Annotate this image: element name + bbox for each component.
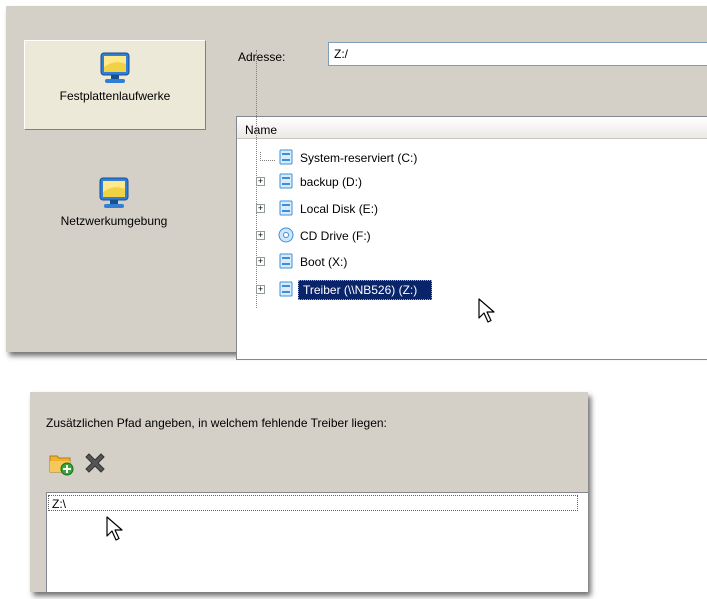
computer-icon [99, 177, 129, 208]
close-icon [85, 453, 105, 473]
expand-icon[interactable]: + [256, 257, 265, 266]
folder-add-icon [49, 455, 74, 476]
tree-item-label: System-reserviert (C:) [300, 151, 418, 165]
drive-icon [279, 200, 293, 216]
computer-icon [100, 52, 130, 83]
expand-icon[interactable]: + [256, 285, 265, 294]
mouse-pointer-icon [106, 516, 123, 541]
sidebar-item-netzwerkumgebung[interactable]: Netzwerkumgebung [24, 172, 204, 262]
tree-item-label: Local Disk (E:) [300, 202, 379, 216]
remove-button[interactable] [82, 450, 108, 476]
address-input[interactable]: Z:/ [328, 42, 707, 66]
address-label: Adresse: [238, 50, 286, 64]
add-folder-button[interactable] [48, 450, 74, 476]
tree-item-label: backup (D:) [300, 175, 363, 189]
expand-icon[interactable]: + [256, 231, 265, 240]
tree-item-label: CD Drive (F:) [300, 229, 371, 243]
expand-icon[interactable]: + [256, 177, 265, 186]
tree-connector [260, 152, 275, 161]
sidebar-item-label: Netzwerkumgebung [60, 214, 168, 228]
list-item[interactable]: Z:\ [48, 495, 578, 511]
tree-item-label: Treiber (\\NB526) (Z:) [298, 280, 433, 300]
driver-path-list[interactable]: Z:\ [46, 492, 588, 592]
driver-path-panel: Zusätzlichen Pfad angeben, in welchem fe… [30, 392, 588, 592]
driver-path-hint: Zusätzlichen Pfad angeben, in welchem fe… [46, 416, 387, 430]
expand-icon[interactable]: + [256, 204, 265, 213]
tree-item-label: Boot (X:) [300, 255, 348, 269]
sidebar-item-festplattenlaufwerke[interactable]: Festplattenlaufwerke [24, 40, 206, 130]
mouse-pointer-icon [478, 298, 495, 323]
drive-icon [279, 173, 293, 189]
drive-icon [279, 253, 293, 269]
drive-icon [279, 149, 293, 165]
drive-browser-panel: Festplattenlaufwerke Netzwerkumgebung Ad… [6, 6, 707, 360]
cd-drive-icon [278, 227, 294, 243]
sidebar-item-label: Festplattenlaufwerke [59, 89, 171, 103]
drive-icon [279, 281, 293, 297]
column-header-name[interactable]: Name [237, 117, 707, 139]
